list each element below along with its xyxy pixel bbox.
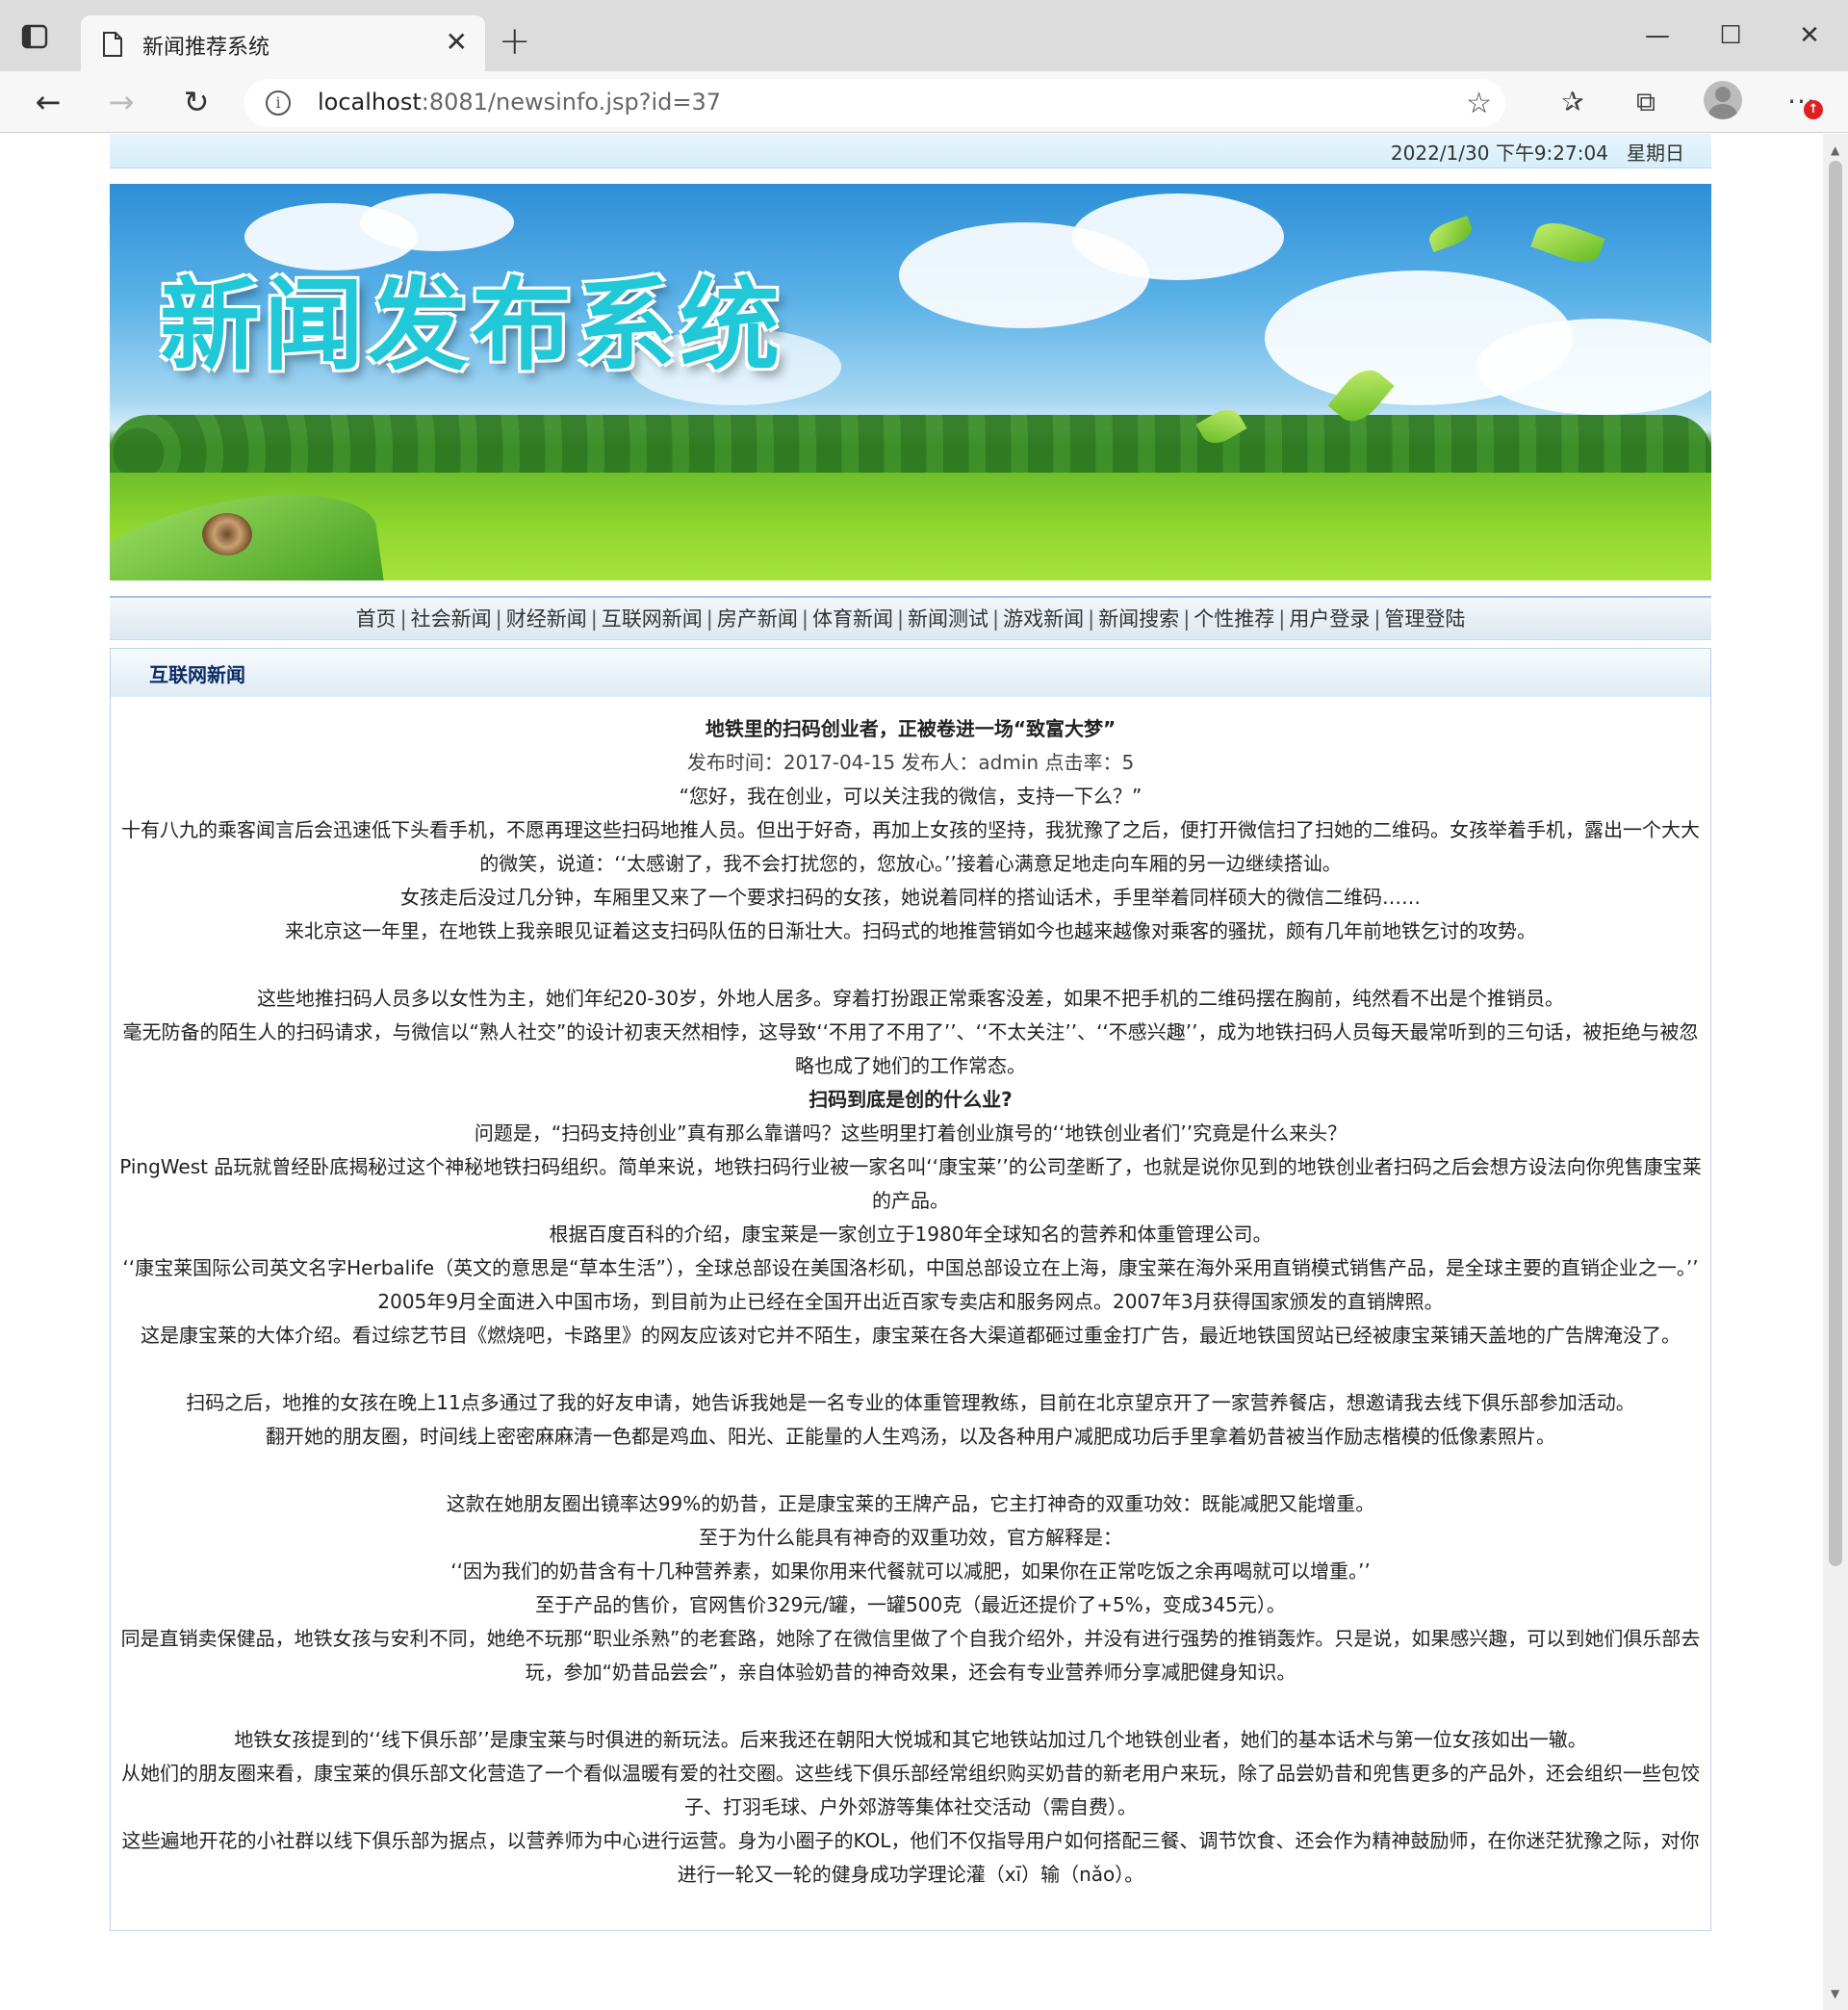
nav-separator: | [1278, 607, 1286, 631]
back-arrow-icon[interactable]: ← [27, 81, 69, 123]
article-paragraph: ‘‘康宝莱国际公司英文名字Herbalife（英文的意思是“草本生活”），全球总… [122, 1256, 1699, 1279]
news-content-box: 互联网新闻 地铁里的扫码创业者，正被卷进一场“致富大梦” 发布时间：2017-0… [110, 648, 1711, 1931]
nav-user-login[interactable]: 用户登录 [1289, 607, 1370, 631]
article-paragraph: 这款在她朋友圈出镜率达99%的奶昔，正是康宝莱的王牌产品，它主打神奇的双重功效：… [446, 1492, 1375, 1515]
tab-title: 新闻推荐系统 [142, 36, 270, 60]
nav-news-test[interactable]: 新闻测试 [908, 607, 988, 631]
article-paragraph: 根据百度百科的介绍，康宝莱是一家创立于1980年全球知名的营养和体重管理公司。 [549, 1223, 1272, 1246]
nav-sports-news[interactable]: 体育新闻 [812, 607, 893, 631]
article-paragraph: 翻开她的朋友圈，时间线上密密麻麻清一色都是鸡血、阳光、正能量的人生鸡汤，以及各种… [266, 1425, 1555, 1448]
article-paragraph: 女孩走后没过几分钟，车厢里又来了一个要求扫码的女孩，她说着同样的搭讪话术，手里举… [400, 886, 1421, 909]
page-container: 2022/1/30 下午9:27:04 星期日 新闻发布系统 首页 | 社会新闻 | 财… [110, 134, 1711, 1931]
article-paragraph: 十有八九的乘客闻言后会迅速低下头看手机，不愿再理这些扫码地推人员。但出于好奇，再… [121, 818, 1700, 875]
nav-separator: | [1373, 607, 1381, 631]
url-path: :8081/newsinfo.jsp?id=37 [421, 89, 722, 116]
page-favicon-icon [102, 31, 123, 58]
favorites-icon[interactable]: ✰ [1553, 83, 1592, 121]
floating-leaf-icon [1425, 215, 1476, 253]
vertical-scrollbar[interactable]: ▲ ▼ [1823, 134, 1848, 2010]
url-host: localhost [318, 89, 422, 116]
site-banner: 新闻发布系统 [110, 184, 1711, 580]
nav-society-news[interactable]: 社会新闻 [411, 607, 492, 631]
article-paragraph [115, 1689, 1707, 1723]
add-favorite-icon[interactable]: ☆ [1466, 87, 1492, 120]
nav-internet-news[interactable]: 互联网新闻 [602, 607, 703, 631]
article-paragraph: 扫码之后，地推的女孩在晚上11点多通过了我的好友申请，她告诉我她是一名专业的体重… [186, 1391, 1635, 1414]
article-meta: 发布时间：2017-04-15 发布人：admin 点击率：5 [686, 751, 1135, 774]
tab-close-icon[interactable]: ✕ [446, 28, 468, 57]
article-paragraph: 从她们的朋友圈来看，康宝莱的俱乐部文化营造了一个看似温暖有爱的社交圈。这些线下俱… [121, 1762, 1700, 1818]
collections-icon[interactable]: ⧉ [1627, 83, 1665, 121]
article-paragraph: 这是康宝莱的大体介绍。看过综艺节目《燃烧吧，卡路里》的网友应该对它并不陌生，康宝… [141, 1324, 1681, 1347]
scroll-up-arrow-icon[interactable]: ▲ [1831, 143, 1839, 157]
article-paragraph: “您好，我在创业，可以关注我的微信，支持一下么？” [679, 785, 1142, 808]
browser-tab-active[interactable]: 新闻推荐系统 ✕ [81, 15, 485, 71]
nav-separator: | [801, 607, 808, 631]
nav-separator: | [706, 607, 713, 631]
banner-title: 新闻发布系统 [160, 267, 784, 384]
date-bar: 2022/1/30 下午9:27:04 星期日 [110, 134, 1711, 168]
banner-cloud [1476, 319, 1711, 415]
section-title: 互联网新闻 [111, 649, 1710, 697]
forward-arrow-icon[interactable]: → [100, 81, 142, 123]
article-paragraph: 2005年9月全面进入中国市场，到目前为止已经在全国开出近百家专卖店和服务网点。… [377, 1290, 1444, 1313]
snail-icon [202, 513, 252, 555]
article-paragraph: ‘‘因为我们的奶昔含有十几种营养素，如果你用来代餐就可以减肥，如果你在正常吃饭之… [450, 1559, 1371, 1583]
window-minimize-icon[interactable]: — [1629, 13, 1686, 58]
nav-separator: | [896, 607, 905, 631]
article-body: “您好，我在创业，可以关注我的微信，支持一下么？” 十有八九的乘客闻言后会迅速低下… [115, 780, 1707, 1892]
article-paragraph: 问题是，“扫码支持创业”真有那么靠谱吗？这些明里打着创业旗号的‘‘地铁创业者们’… [474, 1121, 1348, 1145]
article-paragraph: 地铁女孩提到的‘‘线下俱乐部’’是康宝莱与时俱进的新玩法。后来我还在朝阳大悦城和… [234, 1728, 1587, 1751]
main-nav: 首页 | 社会新闻 | 财经新闻 | 互联网新闻 | 房产新闻 | 体育新闻 | 新闻测试 | 游戏新闻 | 新… [110, 596, 1711, 640]
nav-realestate-news[interactable]: 房产新闻 [717, 607, 798, 631]
banner-cloud [360, 193, 514, 251]
address-bar[interactable]: i localhost:8081/newsinfo.jsp?id=37 ☆ [244, 79, 1505, 127]
url-text[interactable]: localhost:8081/newsinfo.jsp?id=37 [318, 89, 721, 116]
article-paragraph [115, 1353, 1707, 1386]
browser-tab-bar: 新闻推荐系统 ✕ + — ☐ ✕ [0, 0, 1848, 71]
site-info-icon[interactable]: i [266, 90, 291, 116]
nav-separator: | [399, 607, 407, 631]
nav-finance-news[interactable]: 财经新闻 [506, 607, 587, 631]
nav-admin-login[interactable]: 管理登陆 [1384, 607, 1465, 631]
nav-separator: | [992, 607, 1000, 631]
article-paragraph [115, 1454, 1707, 1487]
page-viewport: 2022/1/30 下午9:27:04 星期日 新闻发布系统 首页 | 社会新闻 | 财… [0, 134, 1823, 2010]
article-paragraph: 至于为什么能具有神奇的双重功效，官方解释是： [699, 1526, 1122, 1549]
browser-toolbar: ← → ↻ i localhost:8081/newsinfo.jsp?id=3… [0, 71, 1848, 133]
article-paragraph: 同是直销卖保健品，地铁女孩与安利不同，她绝不玩那“职业杀熟”的老套路，她除了在微… [120, 1627, 1701, 1684]
new-tab-icon[interactable]: + [499, 19, 531, 64]
nav-separator: | [1088, 607, 1095, 631]
scroll-thumb[interactable] [1829, 161, 1842, 1566]
article-paragraph: 这些遍地开花的小社群以线下俱乐部为据点，以营养师为中心进行运营。身为小圈子的KO… [121, 1829, 1700, 1886]
article-paragraph: 毫无防备的陌生人的扫码请求，与微信以“熟人社交”的设计初衷天然相悖，这导致‘‘不… [122, 1020, 1699, 1077]
nav-recommend[interactable]: 个性推荐 [1194, 607, 1274, 631]
nav-separator: | [1183, 607, 1191, 631]
banner-cloud [1072, 193, 1284, 280]
reload-icon[interactable]: ↻ [175, 81, 218, 123]
news-article: 地铁里的扫码创业者，正被卷进一场“致富大梦” 发布时间：2017-04-15 发… [111, 697, 1710, 1930]
nav-game-news[interactable]: 游戏新闻 [1003, 607, 1084, 631]
scroll-down-arrow-icon[interactable]: ▼ [1831, 1987, 1839, 2000]
floating-leaf-icon [1530, 216, 1605, 270]
article-paragraph [115, 948, 1707, 982]
tab-actions-icon[interactable] [21, 23, 60, 62]
nav-separator: | [590, 607, 598, 631]
article-paragraph: PingWest 品玩就曾经卧底揭秘过这个神秘地铁扫码组织。简单来说，地铁扫码行… [119, 1155, 1702, 1212]
article-paragraph: 来北京这一年里，在地铁上我亲眼见证着这支扫码队伍的日渐壮大。扫码式的地推营销如今… [285, 919, 1536, 942]
nav-news-search[interactable]: 新闻搜索 [1098, 607, 1179, 631]
article-paragraph: 这些地推扫码人员多以女性为主，她们年纪20-30岁，外地人居多。穿着打扮跟正常乘… [256, 987, 1565, 1010]
nav-separator: | [495, 607, 502, 631]
update-badge-icon: ↑ [1804, 100, 1823, 119]
current-datetime: 2022/1/30 下午9:27:04 星期日 [1390, 142, 1684, 165]
article-paragraph: 扫码到底是创的什么业? [808, 1088, 1013, 1111]
window-close-icon[interactable]: ✕ [1781, 13, 1838, 58]
window-maximize-icon[interactable]: ☐ [1702, 13, 1759, 58]
article-paragraph: 至于产品的售价，官网售价329元/罐，一罐500克（最近还提价了+5%，变成34… [535, 1593, 1286, 1616]
article-title: 地铁里的扫码创业者，正被卷进一场“致富大梦” [705, 717, 1116, 740]
profile-avatar-icon[interactable] [1704, 81, 1742, 119]
nav-home[interactable]: 首页 [356, 607, 397, 631]
